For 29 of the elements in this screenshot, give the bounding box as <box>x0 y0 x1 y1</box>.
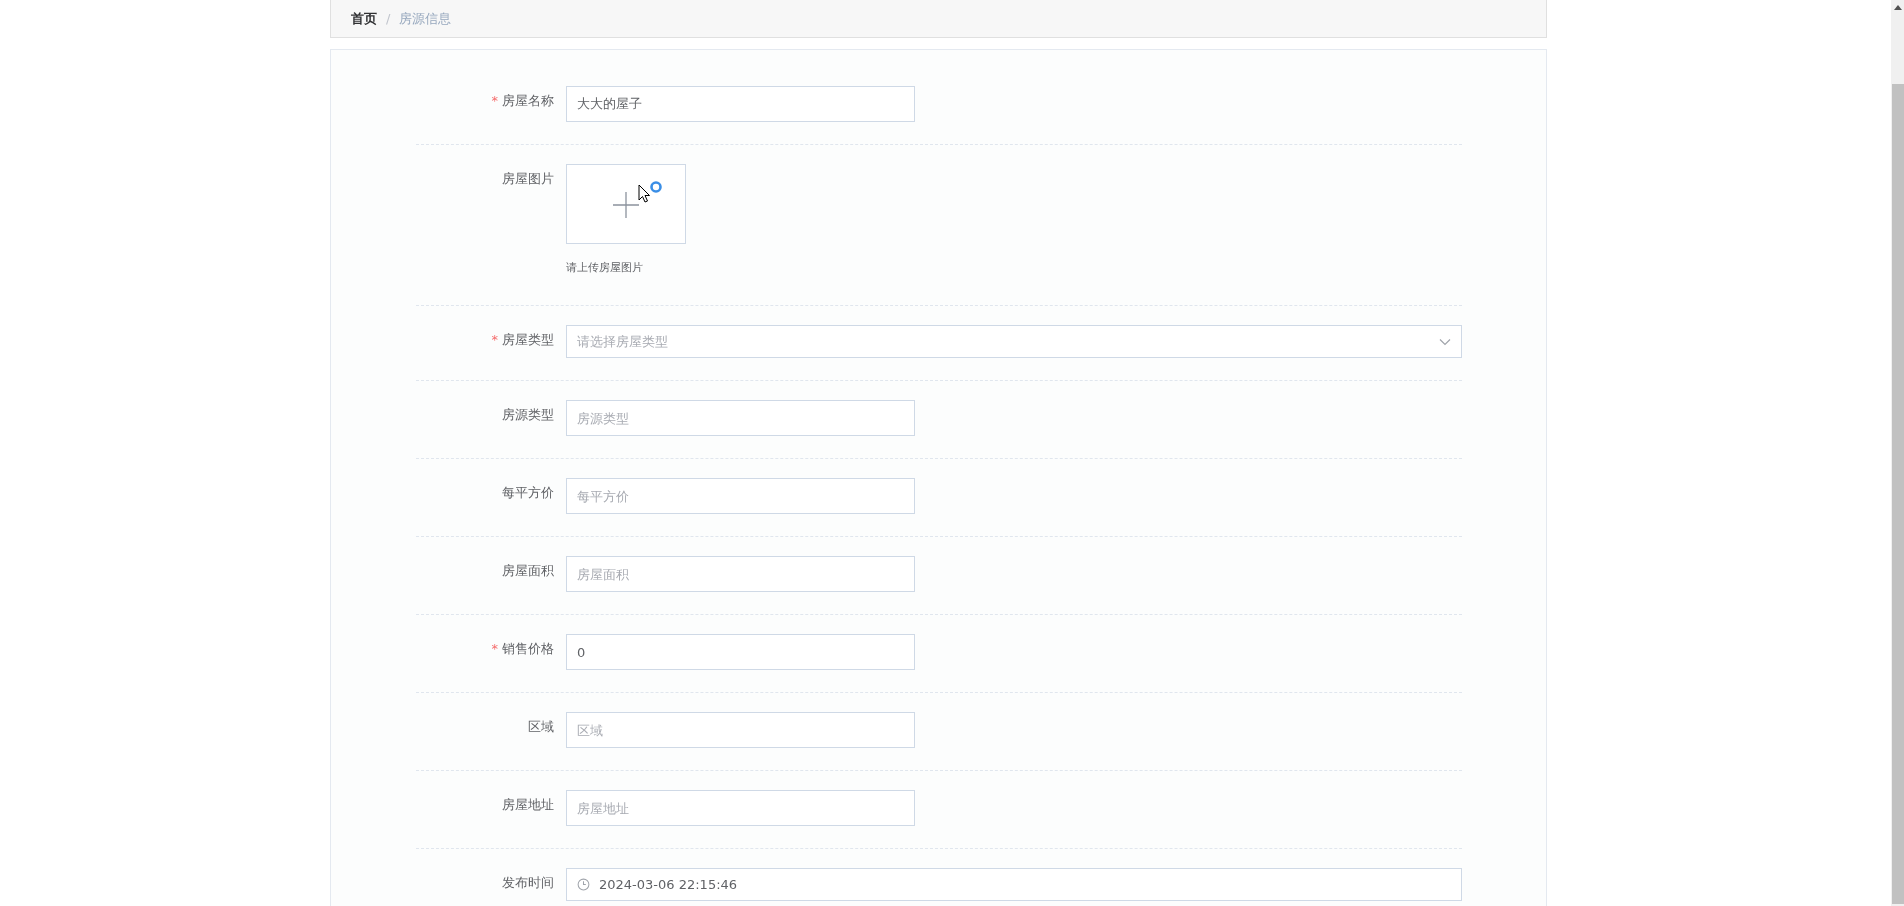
required-asterisk: * <box>491 332 498 347</box>
text-input[interactable]: 每平方价 <box>566 478 915 514</box>
clock-icon <box>577 878 590 891</box>
upload-hint: 请上传房屋图片 <box>566 260 644 275</box>
field-label: 发布时间 <box>501 874 555 892</box>
breadcrumb-separator: / <box>386 11 391 26</box>
field-label: 每平方价 <box>501 484 555 502</box>
field-label: * 房屋类型 <box>490 331 555 349</box>
field-label: 房屋面积 <box>501 562 555 580</box>
scroll-up-icon[interactable] <box>1892 3 1903 11</box>
text-input[interactable]: 大大的屋子 <box>566 86 915 122</box>
text-input[interactable]: 房屋地址 <box>566 790 915 826</box>
field-label: 房源类型 <box>501 406 555 424</box>
image-upload-box[interactable] <box>566 164 686 244</box>
field-label: * 房屋名称 <box>490 92 555 110</box>
text-input[interactable]: 房屋面积 <box>566 556 915 592</box>
text-input[interactable]: 0 <box>566 634 915 670</box>
field-label: 区域 <box>527 718 555 736</box>
text-input[interactable]: 区域 <box>566 712 915 748</box>
field-label: 房屋地址 <box>501 796 555 814</box>
plus-icon <box>613 192 639 218</box>
breadcrumb-link[interactable]: 首页 <box>351 9 377 28</box>
field-label: * 销售价格 <box>490 640 555 658</box>
required-asterisk: * <box>491 93 498 108</box>
datetime-field[interactable]: 2024-03-06 22:15:46 <box>566 868 1462 901</box>
field-label: 房屋图片 <box>501 170 555 188</box>
required-asterisk: * <box>491 641 498 656</box>
caret-icon <box>1439 337 1451 346</box>
text-input[interactable]: 房源类型 <box>566 400 915 436</box>
